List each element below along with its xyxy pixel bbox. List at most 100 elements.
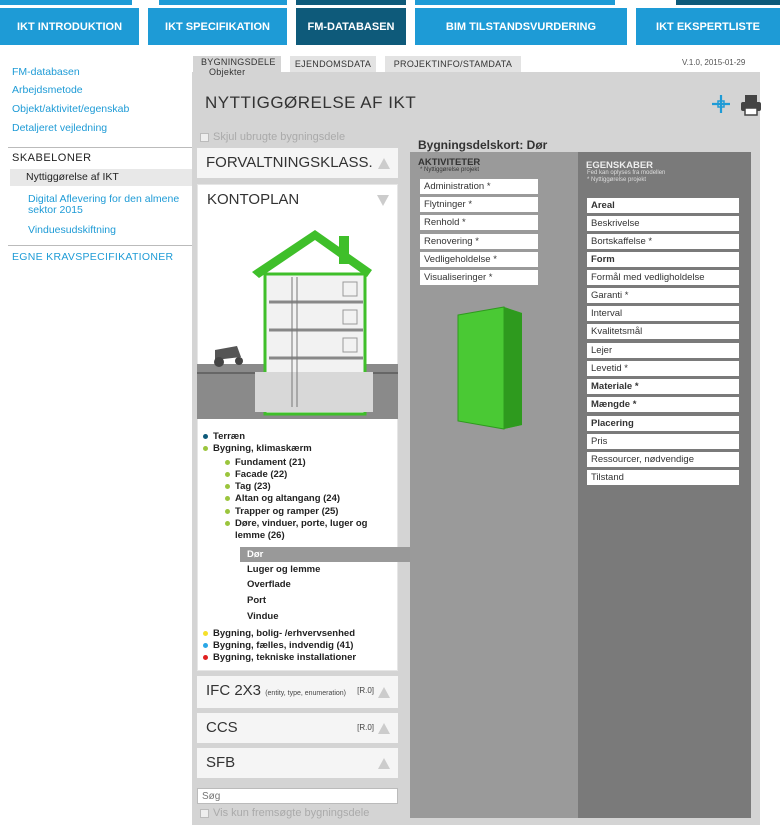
property-item[interactable]: Levetid *	[587, 361, 739, 376]
activity-item[interactable]: Vedligeholdelse *	[420, 252, 538, 267]
property-item[interactable]: Ressourcer, nødvendige	[587, 452, 739, 467]
property-item[interactable]: Formål med vedligholdelse	[587, 270, 739, 285]
property-item[interactable]: Materiale *	[587, 379, 739, 394]
template-vinduesudskiftning[interactable]: Vinduesudskiftning	[28, 224, 116, 236]
tab-indicator	[676, 0, 780, 5]
tree-item[interactable]: Trapper og ramper (25)	[225, 506, 338, 517]
activity-item[interactable]: Administration *	[420, 179, 538, 194]
tree-item-label: Bygning, fælles, indvendig (41)	[213, 640, 354, 651]
forvaltningsklass-label: FORVALTNINGSKLASS.	[206, 154, 373, 171]
egenskaber-sub2: * Nyttiggørelse projekt	[587, 177, 647, 183]
tree-item[interactable]: Døre, vinduer, porte, luger og	[225, 518, 368, 529]
ifc-label: IFC 2X3	[206, 682, 262, 699]
sidebar-link-vejledning[interactable]: Detaljeret vejledning	[12, 122, 107, 134]
ifc-badge: [R.0]	[357, 686, 374, 695]
tree-leaf[interactable]: Port	[247, 595, 266, 606]
activity-item[interactable]: Renhold *	[420, 215, 538, 230]
tree-item-label: Facade (22)	[235, 469, 288, 480]
property-item[interactable]: Bortskaffelse *	[587, 234, 739, 249]
tree-item-label: Bygning, bolig- /erhvervsenhed	[213, 628, 355, 639]
property-item[interactable]: Interval	[587, 306, 739, 321]
tree-item[interactable]: Fundament (21)	[225, 457, 306, 468]
subtab-ejendomsdata[interactable]: EJENDOMSDATA	[290, 56, 376, 72]
tree-bygning-klimaskaerm[interactable]: Bygning, klimaskærm	[203, 443, 312, 454]
tab-ikt-specifikation[interactable]: IKT SPECIFIKATION	[148, 8, 287, 45]
property-item[interactable]: Form	[587, 252, 739, 267]
activity-item[interactable]: Flytninger *	[420, 197, 538, 212]
property-item[interactable]: Mængde *	[587, 397, 739, 412]
tab-fm-databasen[interactable]: FM-DATABASEN	[296, 8, 406, 45]
activity-item[interactable]: Renovering *	[420, 234, 538, 249]
divider	[8, 245, 192, 246]
vis-checkbox[interactable]	[200, 808, 209, 818]
property-item[interactable]: Beskrivelse	[587, 216, 739, 231]
tree-item[interactable]: Bygning, fælles, indvendig (41)	[203, 640, 353, 651]
section-ifc[interactable]: IFC 2X3 (entity, type, enumeration) [R.0…	[197, 676, 398, 708]
vis-checkbox-row[interactable]: Vis kun fremsøgte bygningsdele	[200, 807, 369, 819]
card-title: Bygningsdelskort: Dør	[418, 138, 548, 152]
tree-leaf[interactable]: Overflade	[247, 579, 291, 590]
tab-ikt-introduktion[interactable]: IKT INTRODUKTION	[0, 8, 139, 45]
egne-kravspecifikationer-link[interactable]: EGNE KRAVSPECIFIKATIONER	[12, 251, 173, 263]
tab-bim-tilstandsvurdering[interactable]: BIM TILSTANDSVURDERING	[415, 8, 627, 45]
aktiviteter-sub: * Nyttiggørelse projekt	[420, 167, 480, 173]
subtab-objekter-label: Objekter	[209, 67, 246, 77]
tree-item[interactable]: Facade (22)	[225, 469, 287, 480]
section-sfb[interactable]: SFB	[197, 748, 398, 778]
expand-arrow-icon[interactable]	[377, 195, 389, 206]
sidebar-link-objekt[interactable]: Objekt/aktivitet/egenskab	[12, 103, 129, 115]
skjul-checkbox[interactable]	[200, 132, 209, 142]
sidebar-link-fm-databasen[interactable]: FM-databasen	[12, 66, 80, 78]
dot-icon	[225, 495, 230, 501]
tree-selected-highlight	[240, 547, 410, 562]
tree-bygning-label: Bygning, klimaskærm	[213, 443, 312, 454]
tree-item[interactable]: Altan og altangang (24)	[225, 493, 340, 504]
tab-ikt-ekspertliste[interactable]: IKT EKSPERTLISTE	[636, 8, 780, 45]
print-icon[interactable]	[740, 94, 762, 121]
subtab-bygningsdele[interactable]: BYGNINGSDELE Objekter	[193, 56, 281, 77]
collapse-arrow-icon[interactable]	[378, 758, 390, 769]
property-item[interactable]: Garanti *	[587, 288, 739, 303]
ccs-label: CCS	[206, 719, 238, 736]
tree-leaf-dor[interactable]: Dør	[247, 549, 263, 560]
collapse-arrow-icon[interactable]	[378, 158, 390, 169]
search-input[interactable]	[197, 788, 398, 804]
section-forvaltningsklass[interactable]: FORVALTNINGSKLASS.	[197, 148, 398, 178]
tree-leaf[interactable]: Luger og lemme	[247, 564, 320, 575]
template-digital-aflevering-2[interactable]: sektor 2015	[28, 204, 83, 216]
tree-item[interactable]: Bygning, tekniske installationer	[203, 652, 356, 663]
property-item[interactable]: Placering	[587, 416, 739, 431]
template-nyttiggorelse[interactable]: Nyttiggørelse af IKT	[10, 169, 192, 186]
tree-item-label: Fundament (21)	[235, 457, 306, 468]
add-icon[interactable]	[710, 93, 732, 120]
sidebar-link-arbejdsmetode[interactable]: Arbejdsmetode	[12, 84, 83, 96]
kontoplan-label[interactable]: KONTOPLAN	[207, 191, 299, 208]
property-item[interactable]: Lejer	[587, 343, 739, 358]
activity-item[interactable]: Visualiseringer *	[420, 270, 538, 285]
subtab-projektinfo[interactable]: PROJEKTINFO/STAMDATA	[385, 56, 521, 72]
dot-icon	[203, 630, 208, 636]
section-ccs[interactable]: CCS [R.0]	[197, 713, 398, 743]
collapse-arrow-icon[interactable]	[378, 723, 390, 734]
tree-terraen-label: Terræn	[213, 431, 246, 442]
collapse-arrow-icon[interactable]	[378, 687, 390, 698]
building-illustration	[197, 230, 398, 419]
ifc-sub-label: (entity, type, enumeration)	[265, 690, 347, 697]
skabeloner-heading: SKABELONER	[12, 152, 92, 164]
tab-indicator	[159, 0, 287, 5]
tree-leaf[interactable]: Vindue	[247, 611, 279, 622]
skjul-checkbox-row[interactable]: Skjul ubrugte bygningsdele	[200, 131, 345, 143]
property-item[interactable]: Tilstand	[587, 470, 739, 485]
tree-item[interactable]: Bygning, bolig- /erhvervsenhed	[203, 628, 355, 639]
tree-item-label: Bygning, tekniske installationer	[213, 652, 357, 663]
tree-item[interactable]: Tag (23)	[225, 481, 271, 492]
property-item[interactable]: Pris	[587, 434, 739, 449]
tab-indicator	[0, 0, 132, 5]
top-navigation: IKT INTRODUKTION IKT SPECIFIKATION FM-DA…	[0, 0, 780, 45]
dot-icon	[203, 445, 208, 451]
version-label: V.1.0, 2015-01-29	[682, 58, 746, 67]
property-item[interactable]: Kvalitetsmål	[587, 324, 739, 339]
property-item[interactable]: Areal	[587, 198, 739, 213]
divider	[8, 147, 192, 148]
tree-terraen[interactable]: Terræn	[203, 431, 245, 442]
